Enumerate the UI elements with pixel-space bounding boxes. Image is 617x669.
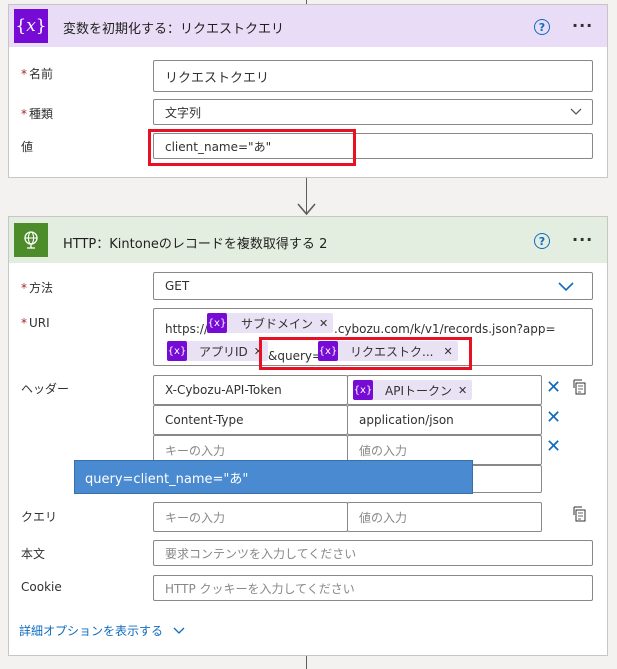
value-label: 値 (21, 140, 34, 154)
delete-row-icon[interactable]: ✕ (546, 379, 561, 397)
token-app-id[interactable]: {x} アプリID ✕ (167, 341, 268, 361)
query-label: クエリ (21, 510, 58, 524)
token-subdomain[interactable]: {x} サブドメイン ✕ (207, 313, 334, 333)
query-value-input[interactable]: 値の入力 (347, 502, 542, 532)
remove-token-icon[interactable]: ✕ (458, 384, 467, 397)
variable-icon: {x} (353, 380, 373, 400)
header-value-input[interactable]: application/json (347, 405, 542, 435)
type-label: * 種類 (21, 107, 54, 121)
connector-arrow-icon (297, 203, 316, 216)
card-header[interactable]: {𝑥} 変数を初期化する：リクエストクエリ ? ··· (9, 5, 607, 47)
body-label: 本文 (21, 547, 46, 561)
highlight-box (148, 129, 356, 166)
more-options-icon[interactable]: ··· (572, 18, 593, 34)
help-icon[interactable]: ? (534, 233, 550, 249)
method-select[interactable]: GET (153, 272, 593, 300)
help-icon[interactable]: ? (534, 19, 550, 35)
variable-icon: {x} (207, 313, 227, 333)
tooltip: query=client_name="あ" (74, 460, 473, 494)
type-select[interactable]: 文字列 (153, 99, 593, 125)
connector-bottom (306, 656, 307, 669)
header-key-input[interactable]: Content-Type (153, 405, 348, 435)
variable-icon: {x} (167, 341, 187, 361)
http-action-card: HTTP：Kintoneのレコードを複数取得する 2 ? ··· * 方法 GET… (8, 216, 608, 656)
cookie-input[interactable]: HTTP クッキーを入力してください (153, 575, 593, 601)
method-value: GET (165, 279, 190, 293)
delete-row-icon[interactable]: ✕ (546, 438, 561, 456)
token-api-token[interactable]: {x} APIトークン ✕ (353, 380, 473, 400)
header-key-input[interactable]: X-Cybozu-API-Token (153, 375, 348, 405)
chevron-down-icon (173, 627, 185, 634)
uri-text-middle: .cybozu.com/k/v1/records.json?app= (334, 322, 556, 336)
card-header[interactable]: HTTP：Kintoneのレコードを複数取得する 2 ? ··· (9, 217, 607, 263)
chevron-down-icon (570, 108, 582, 115)
method-label: * 方法 (21, 281, 54, 295)
header-value-input[interactable]: {x} APIトークン ✕ (347, 375, 542, 405)
remove-token-icon[interactable]: ✕ (319, 317, 328, 330)
card-title: HTTP：Kintoneのレコードを複数取得する 2 (63, 237, 328, 252)
cookie-label: Cookie (21, 580, 62, 594)
name-input[interactable]: リクエストクエリ (153, 60, 593, 92)
advanced-options-label: 詳細オプションを表示する (19, 624, 164, 638)
chevron-down-icon (558, 282, 574, 292)
token-label: サブドメイン (241, 316, 314, 331)
card-title: 変数を初期化する：リクエストクエリ (63, 22, 285, 37)
token-label: APIトークン (385, 383, 452, 398)
switch-to-text-mode-icon[interactable] (573, 379, 587, 395)
name-label: * 名前 (21, 67, 54, 81)
headers-label: ヘッダー (21, 382, 70, 396)
more-options-icon[interactable]: ··· (572, 232, 593, 248)
uri-text-prefix: https:// (165, 322, 209, 336)
uri-label: * URI (21, 316, 50, 330)
highlight-box (259, 337, 472, 370)
initialize-variable-card: {𝑥} 変数を初期化する：リクエストクエリ ? ··· * 名前 リクエストクエリ… (8, 4, 608, 178)
show-advanced-options-link[interactable]: 詳細オプションを表示する (19, 622, 185, 639)
body-input[interactable]: 要求コンテンツを入力してください (153, 540, 593, 566)
switch-to-text-mode-icon[interactable] (573, 506, 587, 522)
delete-row-icon[interactable]: ✕ (546, 409, 561, 427)
query-key-input[interactable]: キーの入力 (153, 502, 348, 532)
type-value: 文字列 (165, 105, 202, 120)
token-label: アプリID (199, 344, 248, 359)
variable-icon: {𝑥} (14, 9, 48, 43)
globe-icon (14, 223, 48, 257)
